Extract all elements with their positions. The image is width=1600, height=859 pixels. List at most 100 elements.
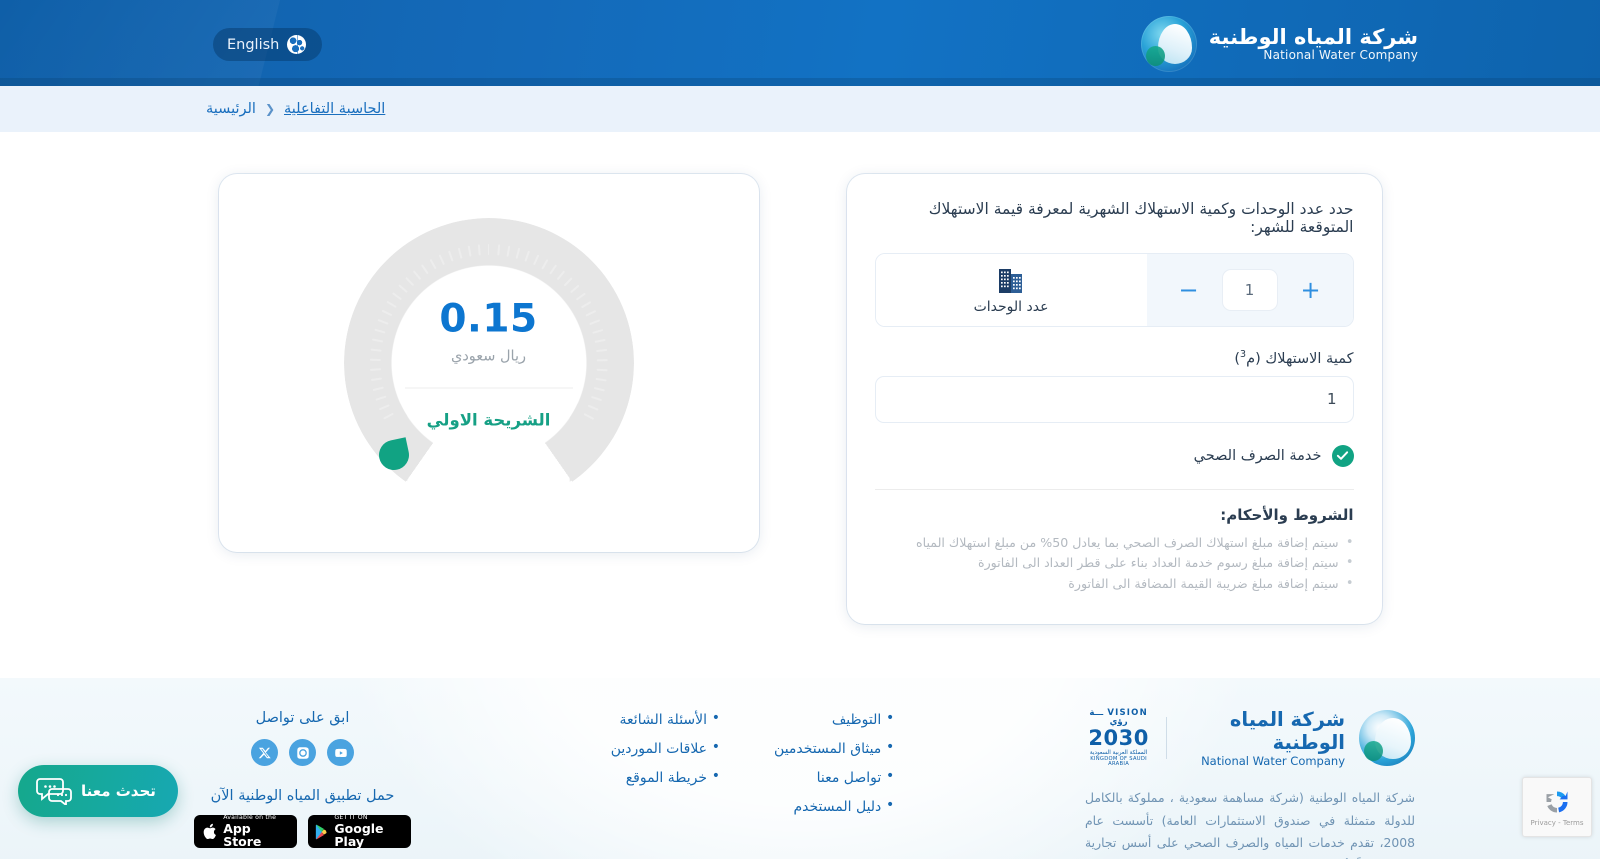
gauge-tick (377, 319, 389, 325)
footer-brand-text: شركة المياه الوطنية National Water Compa… (1181, 708, 1345, 769)
gauge-tick (596, 368, 608, 371)
google-play-icon (315, 824, 327, 839)
gauge-tick (587, 404, 599, 411)
youtube-icon[interactable] (327, 739, 354, 766)
footer-logos: شركة المياه الوطنية National Water Compa… (1085, 708, 1415, 769)
x-twitter-icon[interactable] (251, 739, 278, 766)
app-store-big: App Store (223, 820, 262, 849)
terms-list: سيتم إضافة مبلغ استهلاك الصرف الصحي بما … (875, 532, 1354, 594)
chat-widget-label: تحدث معنا (81, 782, 156, 800)
google-play-badge[interactable]: GET IT ON Google Play (308, 815, 411, 848)
footer-brand-english: National Water Company (1201, 753, 1345, 768)
calculator-form-card: حدد عدد الوحدات وكمية الاستهلاك الشهرية … (846, 174, 1382, 624)
gauge-tick (506, 245, 510, 257)
vision-2030-logo: VISION ـــة رؤي 2030 المملكة العربية الس… (1085, 709, 1152, 768)
footer-link[interactable]: خريطة الموقع (611, 768, 721, 786)
sewage-checkbox-row[interactable]: خدمة الصرف الصحي (875, 444, 1354, 467)
gauge-value: 0.15 (439, 296, 538, 342)
gauge-tick (375, 395, 387, 401)
form-divider (874, 488, 1354, 490)
footer-company-description: شركة المياه الوطنية (شركة مساهمة سعودية … (1085, 789, 1415, 859)
main-content: حدد عدد الوحدات وكمية الاستهلاك الشهرية … (0, 132, 1600, 678)
language-switch-button[interactable]: English (213, 28, 323, 61)
gauge-tick (370, 377, 382, 382)
gauge-tick (487, 244, 490, 255)
gauge-tick (372, 386, 384, 392)
consumption-label: كمية الاستهلاك (م3) (875, 349, 1354, 367)
gauge-tick (371, 338, 383, 343)
result-gauge-card: 0.15 ريال سعودي الشريحة الاولي (218, 174, 759, 552)
app-download-title: حمل تطبيق المياه الوطنية الآن (210, 788, 395, 804)
breadcrumb-item-current[interactable]: الحاسبة التفاعلية (284, 101, 385, 117)
nwc-logo-mark-icon (1140, 16, 1197, 72)
consumption-label-text: كمية الاستهلاك (م (1246, 350, 1354, 367)
check-icon (1336, 451, 1349, 461)
gauge-tick (569, 284, 580, 293)
site-header: English شركة المياه الوطنية National Wat… (0, 0, 1600, 86)
footer-link[interactable]: ميثاق المستخدمين (774, 739, 895, 757)
social-title: ابق على تواصل (255, 710, 350, 726)
gauge-unit: ريال سعودي (450, 348, 527, 365)
breadcrumb-item-home[interactable]: الرئيسية (206, 101, 256, 117)
footer-social-column: ابق على تواصل حمل تطبيق المياه الوطنية ا… (185, 708, 420, 859)
vision-top-text: VISION ـــة رؤي (1089, 707, 1148, 727)
units-row: − 1 + عدد الوحدات (874, 253, 1354, 327)
gauge-tick (593, 386, 605, 392)
gauge-tick (429, 259, 437, 270)
footer-links: التوظيف ميثاق المستخدمين تواصل معنا دليل… (611, 708, 895, 859)
gauge-tick (369, 368, 381, 371)
terms-title: الشروط والأحكام: (1220, 505, 1354, 524)
gauge-tick (515, 247, 520, 259)
header-brand-english: National Water Company (1263, 48, 1418, 63)
footer-inner: شركة المياه الوطنية National Water Compa… (185, 678, 1415, 859)
instagram-icon[interactable] (289, 739, 316, 766)
footer-link[interactable]: دليل المستخدم (774, 797, 895, 815)
units-increment-button[interactable]: + (1300, 278, 1322, 302)
gauge-tick (369, 359, 381, 361)
footer-link[interactable]: علاقات الموردين (611, 739, 721, 757)
gauge-tick (540, 259, 548, 270)
chat-bubbles-icon (36, 778, 72, 805)
terms-item: سيتم إضافة مبلغ رسوم خدمة العداد بناء عل… (875, 552, 1354, 573)
apple-icon (203, 823, 216, 840)
app-badges: Available on the App Store GET IT ON Goo… (185, 815, 420, 848)
recaptcha-badge[interactable]: Privacy - Terms (1522, 777, 1592, 837)
gauge-tick (596, 359, 608, 361)
google-play-text: GET IT ON Google Play (334, 815, 404, 848)
gauge-readout: 0.15 ريال سعودي الشريحة الاولي (389, 297, 589, 430)
gauge-tick (548, 264, 557, 275)
vision-sub-english: KINGDOM OF SAUDI ARABIA (1090, 755, 1148, 768)
footer-link[interactable]: الأسئلة الشائعة (611, 710, 721, 728)
header-logo[interactable]: شركة المياه الوطنية National Water Compa… (1140, 16, 1418, 72)
gauge-tick (591, 328, 603, 334)
gauge-tick (397, 284, 408, 293)
recaptcha-icon (1546, 791, 1568, 812)
sewage-checkbox[interactable] (1331, 444, 1354, 467)
terms-item: سيتم إضافة مبلغ استهلاك الصرف الصحي بما … (875, 532, 1354, 553)
google-play-big: Google Play (334, 820, 384, 849)
units-label-box: عدد الوحدات (875, 254, 1147, 326)
gauge-tick (595, 348, 607, 352)
units-value[interactable]: 1 (1221, 269, 1278, 311)
sewage-label: خدمة الصرف الصحي (1193, 447, 1322, 464)
terms-item: سيتم إضافة مبلغ ضريبة القيمة المضافة الى… (875, 573, 1354, 594)
breadcrumb: الحاسبة التفاعلية ❮ الرئيسية (206, 101, 385, 117)
units-label: عدد الوحدات (973, 299, 1049, 315)
app-store-badge[interactable]: Available on the App Store (194, 815, 297, 848)
header-brand-arabic: شركة المياه الوطنية (1208, 25, 1418, 50)
consumption-gauge: 0.15 ريال سعودي الشريحة الاولي (343, 218, 634, 508)
footer-link[interactable]: التوظيف (774, 710, 895, 728)
footer-brand-arabic: شركة المياه الوطنية (1229, 708, 1345, 755)
gauge-separator (404, 387, 573, 389)
units-decrement-button[interactable]: − (1178, 278, 1200, 302)
gauge-tick (370, 348, 382, 352)
language-switch-label: English (227, 36, 280, 53)
building-icon (999, 269, 1022, 293)
globe-icon (287, 35, 307, 54)
gauge-tick (524, 250, 530, 262)
chat-widget-button[interactable]: تحدث معنا (18, 765, 178, 817)
recaptcha-text: Privacy - Terms (1530, 818, 1584, 827)
consumption-input[interactable] (874, 375, 1354, 423)
footer-link[interactable]: تواصل معنا (774, 768, 895, 786)
app-store-text: Available on the App Store (223, 815, 290, 848)
